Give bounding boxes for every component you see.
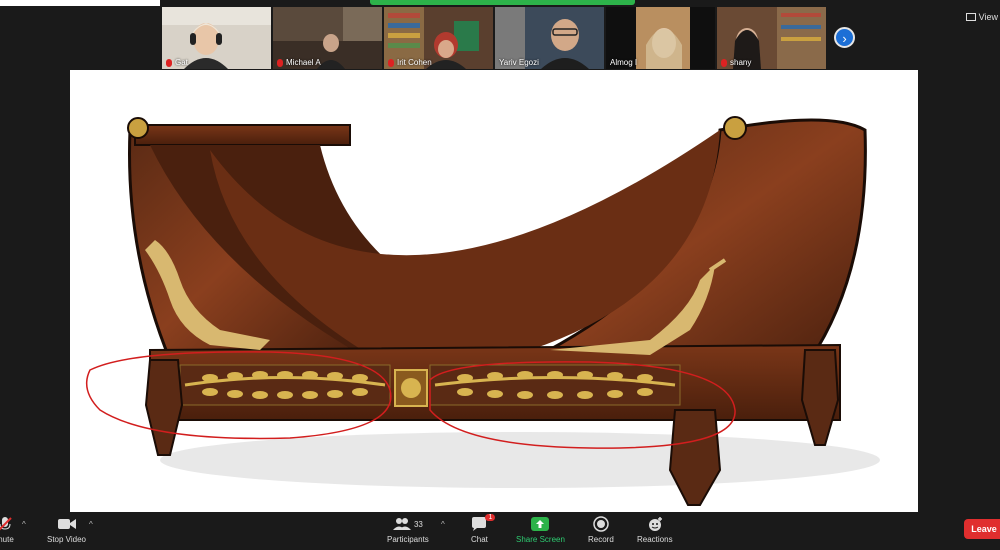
share-screen-button[interactable]: Share Screen [516,516,565,544]
chat-unread-badge: 1 [485,514,496,521]
next-page-button[interactable]: › [834,27,855,48]
mic-muted-icon [388,58,394,67]
screen-share-indicator[interactable] [370,0,635,5]
participants-icon: 33 [392,516,423,532]
participants-options-caret[interactable]: ^ [441,520,445,529]
participant-name: shany [721,58,751,67]
chevron-right-icon: › [842,31,847,46]
participant-tile[interactable]: Gat [162,7,271,69]
meeting-toolbar: mute ^ Stop Video ^ 33 Participants ^ 1 … [0,512,1000,550]
record-icon [593,516,609,532]
video-camera-icon [57,516,76,532]
audio-options-caret[interactable]: ^ [22,520,26,529]
top-left-white-strip [0,0,160,6]
participant-name: Irit Cohen [388,58,432,67]
participant-gallery: Gat Michael A Irit Cohen Yariv Egozi Alm… [162,7,826,69]
stop-video-button[interactable]: Stop Video [47,516,86,544]
mic-muted-icon [166,58,172,67]
mic-muted-icon [277,58,283,67]
microphone-muted-icon [0,516,13,532]
leave-button[interactable]: Leave [964,519,1000,539]
participant-tile[interactable]: Yariv Egozi [495,7,604,69]
participant-tile[interactable]: Irit Cohen [384,7,493,69]
participant-name: Gat [166,58,188,67]
view-label: View [978,12,998,22]
participant-tile[interactable]: Almog I [606,7,715,69]
participant-name: Michael A [277,58,321,67]
shared-screen [70,70,918,512]
view-button[interactable]: View [965,12,998,22]
video-options-caret[interactable]: ^ [89,520,93,529]
chat-bubble-icon: 1 [471,514,496,532]
share-screen-icon [531,516,550,532]
participant-name: Yariv Egozi [499,58,539,67]
mic-muted-icon [721,58,727,67]
participants-button[interactable]: 33 Participants [387,516,429,544]
smiley-plus-icon [647,516,663,532]
participant-name: Almog I [610,58,638,67]
shared-content-image [85,116,880,506]
participants-count: 33 [413,519,423,529]
chat-button[interactable]: 1 Chat [471,514,496,544]
participant-tile[interactable]: Michael A [273,7,382,69]
record-button[interactable]: Record [588,516,614,544]
participant-tile[interactable]: shany [717,7,826,69]
reactions-button[interactable]: Reactions [637,516,673,544]
grid-icon [965,13,976,21]
mute-button[interactable]: mute [0,516,14,544]
